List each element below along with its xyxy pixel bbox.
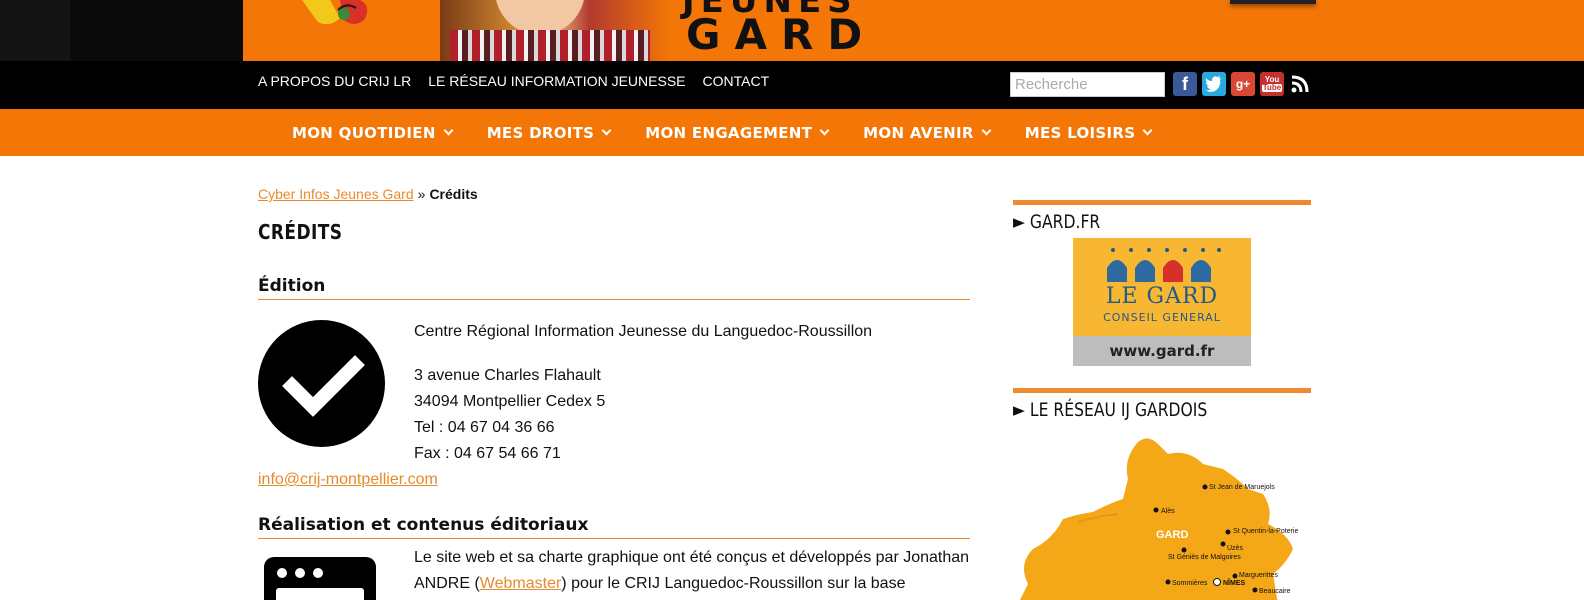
top-links: A PROPOS DU CRIJ LR LE RÉSEAU INFORMATIO… (258, 61, 786, 101)
menu-item-mes-droits[interactable]: MES DROITS (486, 123, 612, 142)
twitter-icon[interactable] (1202, 72, 1226, 96)
chevron-down-icon (1142, 125, 1153, 136)
chevron-down-icon (601, 125, 612, 136)
banner-shirt (450, 30, 650, 61)
google-plus-icon[interactable]: g+ (1231, 72, 1255, 96)
phone-number: Tel : 04 67 04 36 66 (414, 419, 555, 436)
gard-arches-icon (1107, 248, 1221, 282)
top-link-contact[interactable]: CONTACT (703, 61, 770, 101)
map-label-nimes: NÎMES (1223, 578, 1246, 587)
chevron-down-icon (981, 125, 992, 136)
checkmark-icon (258, 320, 385, 447)
address-block: 3 avenue Charles Flahault 34094 Montpell… (414, 363, 605, 467)
map-label-sommieres: Sommières (1172, 580, 1208, 587)
gard-map[interactable]: St Jean de Maruejols Alès St Quentin-la-… (1018, 434, 1303, 600)
menu-item-mes-loisirs[interactable]: MES LOISIRS (1024, 123, 1153, 142)
top-link-network[interactable]: LE RÉSEAU INFORMATION JEUNESSE (428, 61, 685, 101)
map-label-st-jean: St Jean de Maruejols (1209, 484, 1275, 491)
top-navigation: A PROPOS DU CRIJ LR LE RÉSEAU INFORMATIO… (0, 61, 1584, 109)
organization-name: Centre Régional Information Jeunesse du … (414, 323, 873, 340)
site-banner[interactable]: JEUNES GARD (0, 0, 1584, 61)
section-heading-realisation: Réalisation et contenus éditoriaux (258, 515, 970, 539)
menu-item-mon-avenir[interactable]: MON AVENIR (863, 123, 992, 142)
gard-logo-banner[interactable]: LE GARD CONSEIL GENERAL www.gard.fr (1073, 238, 1251, 366)
top-link-about[interactable]: A PROPOS DU CRIJ LR (258, 61, 411, 101)
banner-button[interactable] (1230, 0, 1316, 4)
menu-item-mon-quotidien[interactable]: MON QUOTIDIEN (292, 123, 454, 142)
address-street: 3 avenue Charles Flahault (414, 367, 601, 384)
gard-logo-url: www.gard.fr (1073, 336, 1251, 366)
breadcrumb-separator: » (417, 186, 426, 202)
map-label-uzes: Uzès (1227, 545, 1243, 552)
sidebar-widget-reseau: ► LE RÉSEAU IJ GARDOIS (1013, 388, 1311, 421)
breadcrumb-home-link[interactable]: Cyber Infos Jeunes Gard (258, 186, 414, 202)
menu-item-label: MES LOISIRS (1024, 123, 1136, 142)
banner-dark-panel-left (0, 0, 70, 61)
widget-title-gard: ► GARD.FR (1013, 211, 1101, 233)
map-label-marguerittes: Marguerittes (1239, 572, 1278, 579)
menu-item-label: MON AVENIR (863, 123, 974, 142)
credit-paragraph: Le site web et sa charte graphique ont é… (414, 545, 974, 597)
address-city: 34094 Montpellier Cedex 5 (414, 393, 606, 410)
banner-title: GARD (686, 10, 877, 59)
chevron-down-icon (443, 125, 454, 136)
map-region-label: GARD (1156, 529, 1188, 541)
social-links: f g+ You Tube (1173, 72, 1311, 96)
menu-item-label: MON QUOTIDIEN (292, 123, 436, 142)
map-label-st-genies: St Géniès de Malgoires (1168, 554, 1241, 561)
main-menu: MON QUOTIDIEN MES DROITS MON ENGAGEMENT … (0, 109, 1584, 156)
menu-item-label: MON ENGAGEMENT (645, 123, 813, 142)
youtube-icon[interactable]: You Tube (1260, 72, 1284, 96)
breadcrumb-current: Crédits (429, 186, 478, 202)
webmaster-link[interactable]: Webmaster (480, 575, 562, 592)
breadcrumb: Cyber Infos Jeunes Gard» Crédits (258, 186, 478, 202)
fax-number: Fax : 04 67 54 66 71 (414, 445, 561, 462)
gard-logo-subtitle: CONSEIL GENERAL (1103, 311, 1221, 324)
section-heading-edition: Édition (258, 276, 970, 300)
map-label-st-quentin: St Quentin-la-Poterie (1233, 528, 1298, 535)
menu-item-label: MES DROITS (486, 123, 595, 142)
map-label-beaucaire: Beaucaire (1259, 588, 1291, 595)
chevron-down-icon (819, 125, 830, 136)
widget-title-reseau: ► LE RÉSEAU IJ GARDOIS (1013, 399, 1208, 421)
banner-photo (440, 0, 670, 61)
map-label-ales: Alès (1161, 508, 1175, 515)
sidebar-widget-gard: ► GARD.FR (1013, 200, 1311, 233)
site-logo-icon[interactable] (300, 0, 380, 30)
facebook-icon[interactable]: f (1173, 72, 1197, 96)
rss-icon[interactable] (1289, 72, 1311, 96)
email-link[interactable]: info@crij-montpellier.com (258, 467, 438, 493)
credit-text-after: ) pour le CRIJ Languedoc-Roussillon sur … (561, 575, 906, 592)
browser-window-icon (264, 557, 376, 600)
gard-logo-name: LE GARD (1105, 284, 1219, 309)
page-title: CRÉDITS (258, 220, 343, 244)
menu-item-mon-engagement[interactable]: MON ENGAGEMENT (645, 123, 830, 142)
search-input[interactable] (1010, 72, 1165, 97)
